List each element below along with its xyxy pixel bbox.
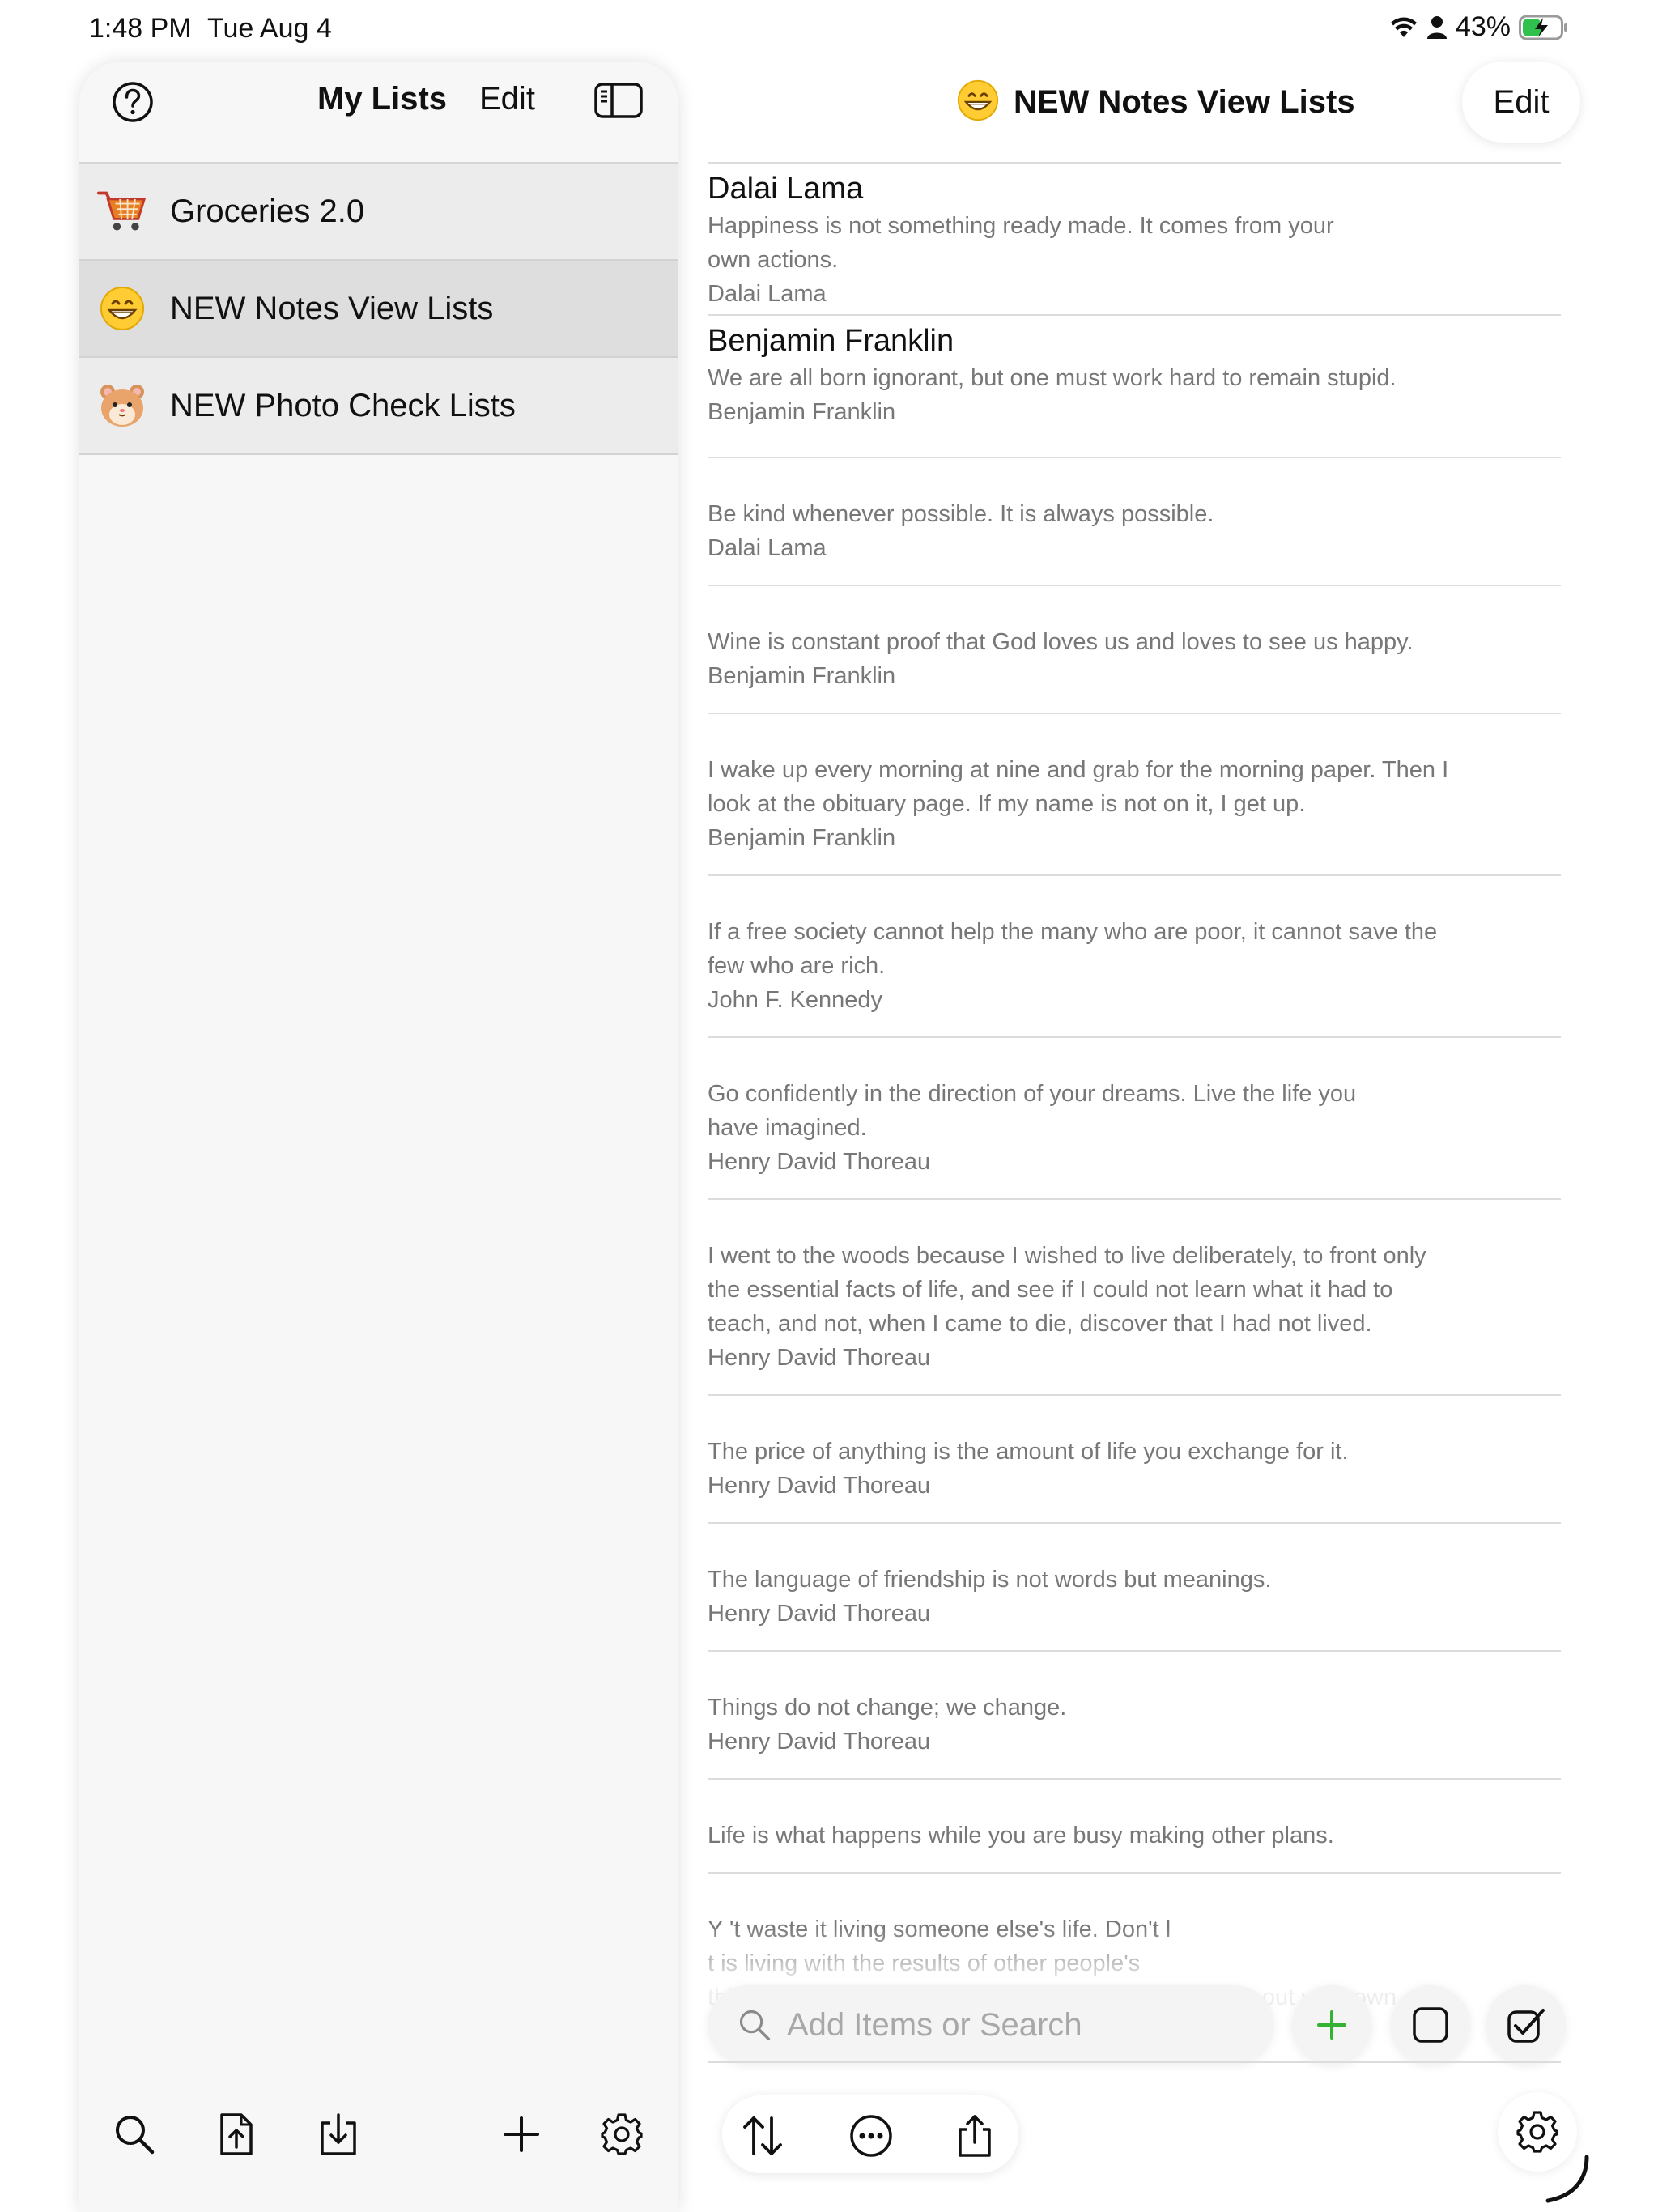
list-item[interactable]: If a free society cannot help the many w… [708, 874, 1561, 1036]
item-note-text: teach, and not, when I came to die, disc… [708, 1311, 1372, 1337]
item-note-text: Wine is constant proof that God loves us… [708, 629, 1414, 655]
item-note-text: I wake up every morning at nine and grab… [708, 757, 1449, 783]
item-author: Henry David Thoreau [708, 1473, 931, 1499]
detail-edit-button[interactable]: Edit [1462, 62, 1580, 143]
item-note-text: Life is what happens while you are busy … [708, 1823, 1334, 1848]
sidebar: My Lists Edit Groceries 2.0 NEW Notes Vi… [79, 62, 678, 2212]
person-icon [1426, 15, 1448, 40]
search-input[interactable] [785, 2000, 1242, 2050]
sidebar-toolbar [79, 2105, 678, 2170]
item-note-text: The language of friendship is not words … [708, 1567, 1272, 1593]
item-note-text: Be kind whenever possible. It is always … [708, 501, 1214, 527]
item-author: Benjamin Franklin [708, 663, 896, 689]
shopping-cart-icon [97, 186, 147, 236]
sidebar-edit-button[interactable]: Edit [479, 81, 535, 117]
item-note-text: the essential facts of life, and see if … [708, 1277, 1393, 1303]
status-time: 1:48 PM [89, 13, 192, 44]
list-item[interactable]: Benjamin Franklin We are all born ignoran… [708, 314, 1561, 457]
sidebar-header: My Lists Edit [79, 62, 678, 162]
sidebar-item-new-notes-view-lists[interactable]: NEW Notes View Lists [79, 261, 678, 358]
sidebar-item-label: NEW Notes View Lists [170, 290, 494, 326]
item-title: Dalai Lama [708, 172, 864, 206]
item-author: Benjamin Franklin [708, 825, 896, 851]
detail-toolbar [722, 2095, 1018, 2173]
list-item[interactable]: Wine is constant proof that God loves us… [708, 585, 1561, 713]
item-author: Henry David Thoreau [708, 1729, 931, 1755]
sidebar-title: My Lists [317, 81, 448, 117]
item-author: Dalai Lama [708, 281, 827, 307]
list-item[interactable]: The price of anything is the amount of l… [708, 1394, 1561, 1522]
export-document-icon[interactable] [214, 2112, 259, 2157]
search-icon[interactable] [112, 2112, 157, 2157]
add-or-search-field[interactable] [708, 1985, 1274, 2065]
sidebar-item-label: Groceries 2.0 [170, 193, 365, 229]
item-note-text: If a free society cannot help the many w… [708, 919, 1438, 945]
hamster-icon [97, 381, 147, 431]
item-note-text: We are all born ignorant, but one must w… [708, 365, 1397, 391]
item-note-text: own actions. [708, 247, 839, 273]
divider [708, 2061, 1561, 2063]
battery-percent: 43% [1455, 11, 1511, 42]
sidebar-item-new-photo-check-lists[interactable]: NEW Photo Check Lists [79, 358, 678, 455]
list-item[interactable]: Life is what happens while you are busy … [708, 1778, 1561, 1872]
more-options-icon[interactable] [848, 2113, 892, 2157]
settings-gear-icon [1516, 2111, 1558, 2153]
item-note-text: Things do not change; we change. [708, 1695, 1067, 1721]
plus-icon [1317, 2010, 1346, 2040]
grinning-face-icon [97, 283, 147, 334]
settings-gear-icon[interactable] [599, 2112, 644, 2157]
item-author: John F. Kennedy [708, 987, 883, 1013]
import-tray-icon[interactable] [316, 2112, 361, 2157]
checkmark-square-icon [1507, 2009, 1545, 2043]
help-icon[interactable] [112, 81, 154, 123]
item-note-text: few who are rich. [708, 953, 886, 979]
item-author: Henry David Thoreau [708, 1601, 931, 1627]
corner-resize-handle[interactable] [1541, 2154, 1592, 2204]
sidebar-item-groceries[interactable]: Groceries 2.0 [79, 164, 678, 261]
add-list-icon[interactable] [499, 2112, 544, 2157]
search-icon [739, 2010, 771, 2041]
list-item[interactable]: Dalai Lama Happiness is not something rea… [708, 162, 1561, 314]
add-item-button[interactable] [1292, 1985, 1371, 2065]
item-note-text: I went to the woods because I wished to … [708, 1243, 1426, 1269]
item-title: Benjamin Franklin [708, 324, 954, 358]
list-item[interactable]: Be kind whenever possible. It is always … [708, 457, 1561, 585]
square-icon [1413, 2007, 1448, 2043]
wifi-icon [1389, 16, 1418, 39]
item-author: Dalai Lama [708, 535, 827, 561]
page-title: NEW Notes View Lists [1014, 84, 1355, 120]
sort-arrows-icon[interactable] [740, 2113, 784, 2157]
status-indicators: 43% [1389, 11, 1569, 43]
notes-list: Dalai Lama Happiness is not something rea… [708, 162, 1561, 2034]
item-note-text: Go confidently in the direction of your … [708, 1081, 1357, 1107]
checkbox-toggle-button[interactable] [1391, 1985, 1470, 2065]
item-note-text: look at the obituary page. If my name is… [708, 791, 1306, 817]
item-author: Henry David Thoreau [708, 1149, 931, 1175]
grinning-face-icon [957, 79, 999, 125]
share-icon[interactable] [952, 2113, 996, 2157]
list-item[interactable]: The language of friendship is not words … [708, 1522, 1561, 1650]
detail-title-bar: NEW Notes View Lists [957, 79, 1355, 125]
item-note-text: The price of anything is the amount of l… [708, 1439, 1349, 1465]
item-author: Benjamin Franklin [708, 399, 896, 425]
battery-charging-icon [1519, 15, 1569, 40]
check-all-button[interactable] [1486, 1985, 1566, 2065]
sidebar-toggle-icon[interactable] [594, 81, 643, 120]
sidebar-item-label: NEW Photo Check Lists [170, 387, 516, 423]
item-note-text: have imagined. [708, 1115, 867, 1141]
lists: Groceries 2.0 NEW Notes View Lists NEW P… [79, 162, 678, 455]
status-date: Tue Aug 4 [207, 13, 332, 44]
item-note-text: Happiness is not something ready made. I… [708, 213, 1334, 239]
list-item[interactable]: Things do not change; we change. Henry Da… [708, 1650, 1561, 1778]
item-author: Henry David Thoreau [708, 1345, 931, 1371]
list-item[interactable]: I went to the woods because I wished to … [708, 1198, 1561, 1394]
status-bar: 1:48 PM Tue Aug 4 43% [0, 0, 1658, 60]
list-item[interactable]: I wake up every morning at nine and grab… [708, 713, 1561, 874]
list-item[interactable]: Go confidently in the direction of your … [708, 1036, 1561, 1198]
